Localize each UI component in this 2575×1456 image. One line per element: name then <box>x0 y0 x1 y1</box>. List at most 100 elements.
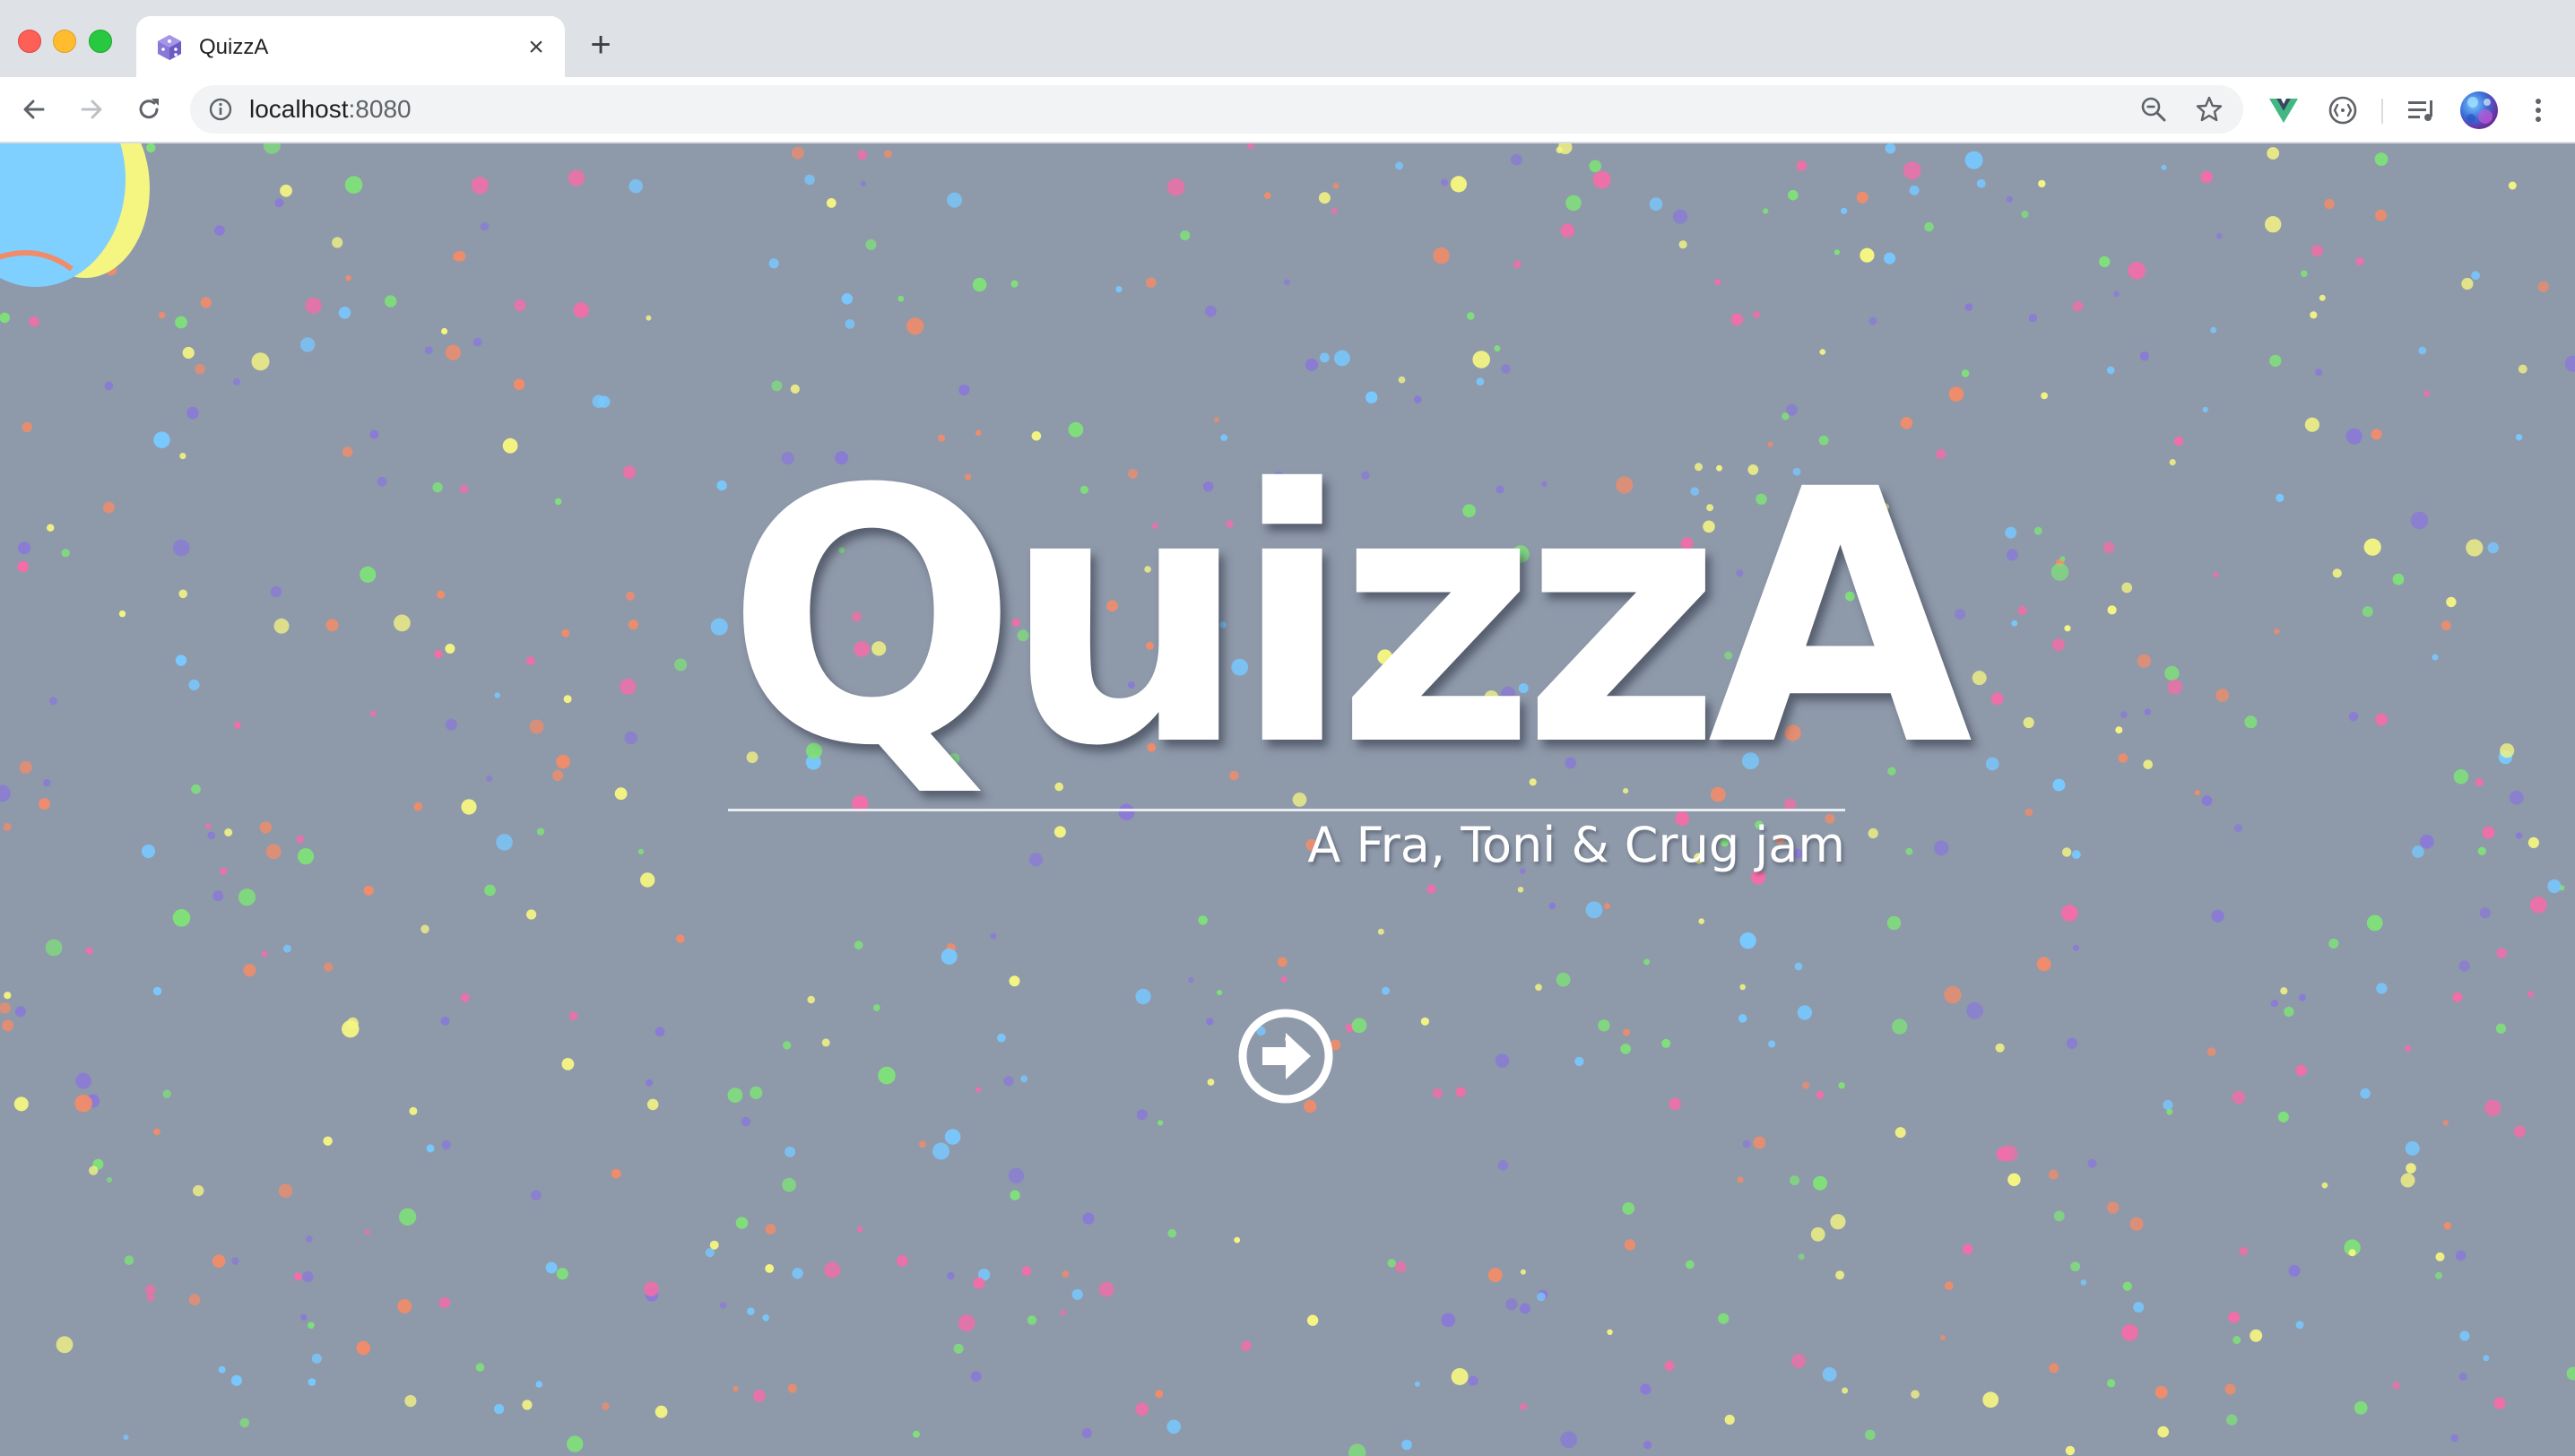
confetti-dot <box>1318 192 1331 204</box>
confetti-dot <box>2375 209 2387 221</box>
start-button[interactable] <box>1237 1008 1334 1105</box>
confetti-dot <box>2527 991 2535 998</box>
confetti-dot <box>29 316 39 327</box>
confetti-dot <box>637 848 645 855</box>
confetti-dot <box>104 381 114 391</box>
confetti-dot <box>2211 909 2224 923</box>
confetti-dot <box>2405 1140 2420 1156</box>
confetti-dot <box>821 1038 830 1047</box>
confetti-dot <box>2270 1000 2279 1008</box>
confetti-dot <box>398 1208 417 1226</box>
browser-tab[interactable]: QuizzA × <box>136 16 565 77</box>
confetti-dot <box>224 828 233 836</box>
close-tab-button[interactable]: × <box>520 31 552 64</box>
confetti-dot <box>1678 240 1687 249</box>
confetti-dot <box>178 589 187 599</box>
confetti-dot <box>1450 176 1467 193</box>
forward-button[interactable] <box>74 91 109 127</box>
confetti-dot <box>997 1033 1006 1043</box>
confetti-dot <box>1884 252 1896 264</box>
confetti-dot <box>1624 1239 1636 1251</box>
confetti-dot <box>1768 1040 1776 1048</box>
info-icon[interactable] <box>208 97 233 122</box>
confetti-dot <box>762 1314 769 1322</box>
confetti-dot <box>2072 300 2084 312</box>
confetti-dot <box>2157 1426 2169 1438</box>
confetti-dot <box>1788 189 1799 201</box>
confetti-dot <box>2295 1064 2307 1077</box>
confetti-dot <box>953 1343 964 1354</box>
browser-window: QuizzA × + localhost:8080 QuizzA A Fra, … <box>0 0 2575 1456</box>
extension-icon[interactable] <box>2326 93 2360 127</box>
confetti-dot <box>2166 1108 2173 1115</box>
maximize-window-button[interactable] <box>89 30 112 53</box>
confetti-dot <box>1892 1018 1908 1035</box>
confetti-dot <box>397 1299 412 1313</box>
confetti-dot <box>263 143 281 154</box>
confetti-dot <box>2459 1330 2470 1341</box>
confetti-dot <box>1940 1335 1946 1340</box>
confetti-dot <box>346 1017 359 1029</box>
zoom-out-icon[interactable] <box>2139 95 2168 124</box>
confetti-dot <box>2087 1158 2097 1168</box>
confetti-dot <box>1277 957 1288 967</box>
reload-button[interactable] <box>131 91 167 127</box>
confetti-dot <box>306 1235 313 1243</box>
confetti-dot <box>2099 256 2111 268</box>
confetti-dot <box>232 377 240 386</box>
confetti-dot <box>231 1257 239 1265</box>
minimize-window-button[interactable] <box>53 30 76 53</box>
confetti-dot <box>768 258 779 269</box>
media-control-icon[interactable] <box>2405 93 2439 127</box>
confetti-dot <box>2458 1373 2467 1381</box>
confetti-dot <box>2479 907 2491 919</box>
confetti-dot <box>1166 1419 1181 1434</box>
confetti-dot <box>1432 1088 1444 1099</box>
menu-icon[interactable] <box>2521 93 2555 127</box>
confetti-dot <box>765 1264 775 1273</box>
confetti-dot <box>61 549 70 558</box>
confetti-dot <box>2435 1271 2442 1279</box>
confetti-dot <box>1513 260 1522 269</box>
confetti-dot <box>1797 1005 1813 1020</box>
confetti-dot <box>556 1268 568 1280</box>
confetti-dot <box>2049 1363 2059 1374</box>
confetti-dot <box>1377 928 1384 935</box>
confetti-dot <box>2328 938 2339 949</box>
confetti-dot <box>1029 853 1043 867</box>
confetti-dot <box>432 481 443 493</box>
confetti-dot <box>1414 1381 1420 1387</box>
confetti-dot <box>1739 932 1756 949</box>
confetti-dot <box>1560 223 1574 238</box>
confetti-dot <box>1145 277 1157 288</box>
address-bar[interactable]: localhost:8080 <box>190 85 2243 134</box>
confetti-dot <box>2495 1023 2507 1034</box>
confetti-dot <box>1714 279 1721 286</box>
confetti-dot <box>1451 1368 1469 1385</box>
star-icon[interactable] <box>2195 95 2224 124</box>
confetti-dot <box>1472 351 1490 368</box>
confetti-dot <box>972 277 987 292</box>
confetti-dot <box>153 1128 160 1136</box>
confetti-dot <box>2267 147 2280 160</box>
new-tab-button[interactable]: + <box>583 27 619 63</box>
confetti-dot <box>494 692 500 698</box>
vue-devtools-icon[interactable] <box>2267 93 2301 127</box>
confetti-dot <box>958 1314 975 1331</box>
confetti-dot <box>2024 808 2033 817</box>
confetti-dot <box>2080 1279 2087 1286</box>
close-window-button[interactable] <box>18 30 41 53</box>
confetti-dot <box>2164 665 2180 681</box>
confetti-dot <box>195 363 205 375</box>
confetti-dot <box>1574 1056 1584 1067</box>
confetti-dot <box>2508 181 2517 190</box>
back-button[interactable] <box>16 91 52 127</box>
confetti-dot <box>207 831 215 840</box>
confetti-dot <box>293 1272 302 1281</box>
confetti-dot <box>2446 596 2457 608</box>
confetti-dot <box>2363 538 2381 556</box>
confetti-dot <box>1468 1375 1478 1386</box>
profile-avatar[interactable] <box>2460 91 2498 129</box>
confetti-dot <box>1604 903 1610 910</box>
confetti-dot <box>2513 1125 2526 1138</box>
